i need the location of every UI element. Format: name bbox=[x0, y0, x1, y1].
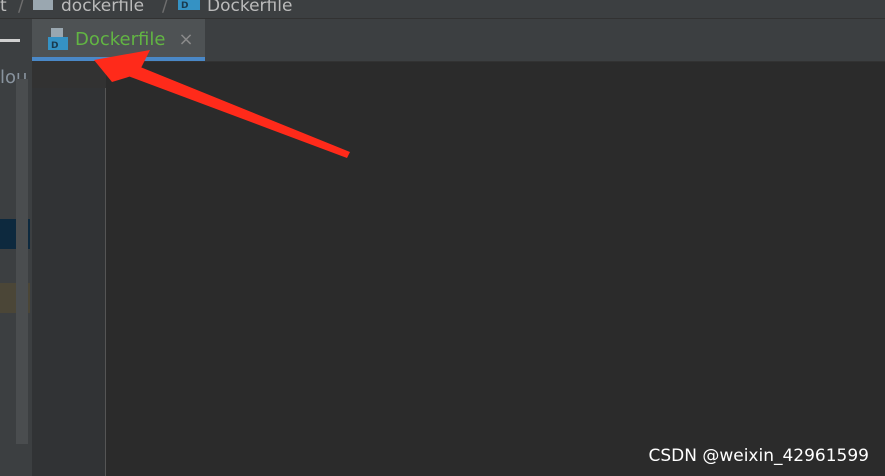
tab-dockerfile[interactable]: D Dockerfile × bbox=[32, 19, 205, 61]
editor-gutter bbox=[32, 62, 106, 476]
close-icon[interactable]: × bbox=[178, 28, 194, 52]
watermark: CSDN @weixin_42961599 bbox=[648, 446, 869, 466]
caret-row-highlight bbox=[32, 62, 114, 88]
tab-label: Dockerfile bbox=[75, 29, 166, 50]
breadcrumb-item-root[interactable]: t bbox=[0, 0, 7, 17]
breadcrumb-separator: / bbox=[162, 0, 169, 16]
project-panel-scrollbar[interactable] bbox=[16, 79, 28, 444]
dockerfile-icon: D bbox=[48, 28, 68, 51]
ide-window: t / dockerfile / D Dockerfile lou D Dock… bbox=[0, 0, 885, 476]
dockerfile-icon: D bbox=[178, 0, 200, 11]
editor-text-area[interactable] bbox=[106, 62, 885, 476]
breadcrumb-item-label: Dockerfile bbox=[207, 0, 293, 16]
project-panel: lou bbox=[0, 19, 32, 476]
editor-tab-bar: D Dockerfile × bbox=[32, 19, 885, 62]
svg-text:D: D bbox=[51, 41, 58, 51]
breadcrumb-item-label: dockerfile bbox=[61, 0, 145, 16]
active-tab-indicator bbox=[32, 57, 205, 61]
breadcrumb-separator: / bbox=[18, 0, 25, 16]
collapse-icon[interactable] bbox=[0, 39, 20, 42]
breadcrumb-item-root-label: t bbox=[0, 0, 7, 16]
folder-icon bbox=[33, 0, 53, 10]
svg-text:D: D bbox=[181, 1, 188, 11]
breadcrumb: t / dockerfile / D Dockerfile bbox=[0, 0, 885, 19]
